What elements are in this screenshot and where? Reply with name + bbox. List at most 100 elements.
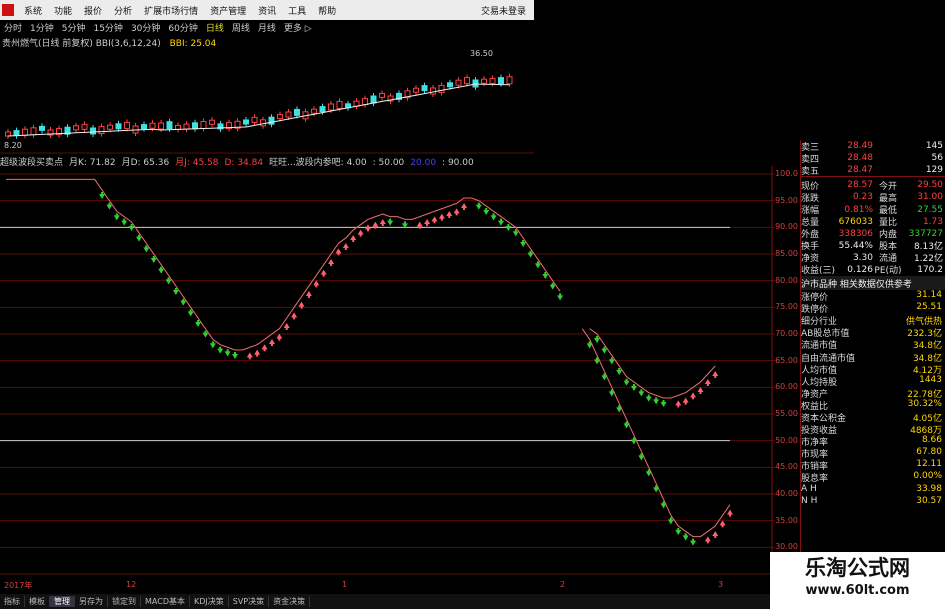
info-label: N H	[801, 495, 818, 506]
info-label: 细分行业	[801, 317, 838, 328]
series-k-down-stem	[507, 224, 510, 227]
indicator-chart[interactable]	[0, 166, 775, 578]
bottom-tab-2[interactable]: 管理	[50, 596, 75, 607]
y-tick-label: 40.00	[775, 489, 798, 498]
quote-info-tabs[interactable]: 沪市品种 相关数据仅供参考	[801, 276, 945, 291]
info-label: 人均市值	[801, 365, 838, 376]
candle-body	[73, 125, 79, 131]
bottom-tab-5[interactable]: MACD基本	[141, 596, 190, 607]
quote-ask-row: 卖五 28.47 129	[801, 164, 945, 176]
ask-label: 卖三	[801, 142, 820, 153]
candle-body	[447, 82, 453, 88]
info-value: 4.12万	[912, 365, 942, 376]
info-value: 31.14	[916, 290, 942, 301]
menu-item-1[interactable]: 功能	[48, 4, 78, 17]
series-k-up-stem	[285, 327, 288, 330]
menu-item-0[interactable]: 系统	[18, 4, 48, 17]
series-d-down-stem	[625, 378, 628, 382]
menu-item-5[interactable]: 资产管理	[204, 4, 252, 17]
candle-body	[149, 122, 156, 129]
menu-item-8[interactable]: 帮助	[312, 4, 342, 17]
y-tick-label: 70.00	[775, 329, 798, 338]
quote-info-row: 人均市值 4.12万	[801, 363, 945, 376]
series-k-down-stem	[610, 389, 613, 393]
series-d-down-stem	[662, 400, 665, 403]
period-tab-7[interactable]: 周线	[228, 21, 254, 34]
info-value: 1443	[919, 374, 942, 385]
candle-body	[498, 77, 504, 85]
menu-item-4[interactable]: 扩展市场行情	[138, 4, 204, 17]
period-tab-0[interactable]: 分时	[0, 21, 26, 34]
candle-body	[413, 87, 419, 93]
series-k-down-stem	[115, 213, 118, 217]
menu-item-6[interactable]: 资讯	[252, 4, 282, 17]
menu-item-2[interactable]: 报价	[78, 4, 108, 17]
stat-label: 总量	[801, 218, 820, 228]
info-value: 4868万	[910, 426, 942, 437]
series-k-up-stem	[300, 305, 303, 309]
quote-stat-row: 外盘 338306 内盘 337727	[801, 228, 945, 240]
series-k-down-stem	[137, 234, 140, 238]
stat-label: 涨幅	[801, 206, 820, 216]
series-k-down-stem	[197, 320, 200, 323]
candle-body	[421, 85, 428, 92]
info-label: 流通市值	[801, 341, 838, 352]
ask-price: 28.48	[847, 153, 873, 164]
watermark-title: 乐淘公式网	[805, 556, 910, 580]
series-d-down-stem	[647, 394, 650, 398]
app-logo-icon	[2, 4, 14, 16]
bottom-tab-1[interactable]: 模板	[25, 596, 50, 607]
series-k-down-stem	[492, 213, 495, 217]
info-label: 投资收益	[801, 426, 838, 437]
series-k-down-stem	[544, 272, 547, 275]
trade-login-status[interactable]: 交易未登录	[481, 4, 534, 17]
info-value: 33.98	[916, 483, 942, 494]
x-tick-label: 3	[718, 580, 724, 589]
candle-body	[141, 124, 147, 130]
candle-body	[13, 130, 20, 137]
stat-value: 0.81%	[844, 204, 873, 215]
menu-item-7[interactable]: 工具	[282, 4, 312, 17]
bottom-tab-3[interactable]: 另存为	[75, 596, 108, 607]
bottom-tab-0[interactable]: 指标	[0, 596, 25, 607]
quote-info-row: 自由流通市值 34.8亿	[801, 351, 945, 364]
info-value: 12.11	[916, 459, 942, 470]
bottom-tab-7[interactable]: SVP决策	[229, 596, 270, 607]
period-tab-8[interactable]: 月线	[254, 21, 280, 34]
series-k-up-stem	[307, 295, 310, 298]
candle-body	[5, 131, 11, 137]
candle-body	[455, 79, 462, 86]
series-k-down-stem	[559, 293, 562, 297]
period-tab-4[interactable]: 30分钟	[127, 21, 164, 34]
series-k-up-stem	[706, 540, 709, 544]
info-value: 67.80	[916, 447, 942, 458]
period-tab-1[interactable]: 1分钟	[26, 21, 58, 34]
period-tab-9[interactable]: 更多 ▷	[280, 21, 316, 34]
y-tick-label: 100.0	[775, 169, 798, 178]
series-d-down-stem	[596, 336, 599, 339]
y-tick-label: 55.00	[775, 409, 798, 418]
bottom-tab-4[interactable]: 锁定到	[108, 596, 141, 607]
period-tab-5[interactable]: 60分钟	[164, 21, 201, 34]
series-k-up-stem	[270, 343, 273, 346]
bottom-tab-8[interactable]: 资金决策	[269, 596, 311, 607]
info-label: AB股总市值	[801, 329, 850, 340]
price-chart[interactable]: 36.50 8.20	[0, 44, 534, 154]
period-tab-6[interactable]: 日线	[202, 21, 228, 34]
series-k-up-stem	[374, 225, 377, 229]
period-tab-2[interactable]: 5分钟	[58, 21, 90, 34]
series-k-up-stem	[322, 273, 325, 277]
info-label: 股息率	[801, 474, 829, 485]
series-k-down-stem	[152, 256, 155, 259]
series-k-up-stem	[330, 263, 333, 266]
period-tab-3[interactable]: 15分钟	[89, 21, 126, 34]
series-k-down-stem	[145, 245, 148, 249]
quote-info-row: 股息率 0.00%	[801, 471, 945, 485]
menu-item-3[interactable]: 分析	[108, 4, 138, 17]
bottom-tab-6[interactable]: KDJ决策	[190, 596, 229, 607]
series-d-down-stem	[655, 397, 658, 401]
stat-label: 最高	[878, 193, 897, 204]
candle-body	[370, 95, 377, 104]
quote-ask-row: 卖三 28.49 145	[801, 140, 945, 152]
candle-body	[260, 119, 266, 127]
